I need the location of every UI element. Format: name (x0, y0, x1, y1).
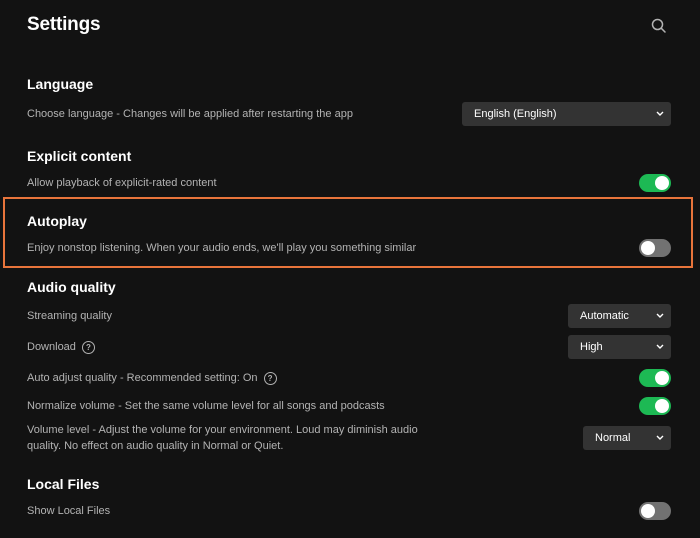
autoplay-toggle[interactable] (639, 239, 671, 257)
section-title-autoplay: Autoplay (27, 213, 87, 229)
language-select-value: English (English) (474, 108, 557, 120)
section-title-language: Language (27, 76, 94, 92)
volume-level-value: Normal (595, 432, 631, 444)
chevron-down-icon (656, 313, 664, 318)
language-select[interactable]: English (English) (462, 102, 671, 126)
auto-adjust-label-text: Auto adjust quality - Recommended settin… (27, 372, 258, 384)
download-label-text: Download (27, 341, 76, 353)
chevron-down-icon (656, 435, 664, 440)
language-label: Choose language - Changes will be applie… (27, 108, 353, 120)
toggle-knob (641, 241, 655, 255)
autoplay-highlight-box (3, 197, 693, 268)
help-circle-icon[interactable]: ? (263, 371, 277, 385)
toggle-knob (655, 371, 669, 385)
toggle-knob (641, 504, 655, 518)
search-button[interactable] (650, 17, 668, 35)
chevron-down-icon (656, 344, 664, 349)
streaming-quality-label: Streaming quality (27, 310, 112, 322)
chevron-down-icon (656, 111, 664, 116)
volume-level-select[interactable]: Normal (583, 426, 671, 450)
normalize-volume-label: Normalize volume - Set the same volume l… (27, 400, 385, 412)
toggle-knob (655, 399, 669, 413)
auto-adjust-quality-toggle[interactable] (639, 369, 671, 387)
search-icon (651, 18, 666, 33)
volume-level-label: Volume level - Adjust the volume for you… (27, 424, 418, 452)
section-title-explicit-content: Explicit content (27, 148, 132, 164)
explicit-content-toggle[interactable] (639, 174, 671, 192)
section-title-audio-quality: Audio quality (27, 279, 116, 295)
autoplay-label: Enjoy nonstop listening. When your audio… (27, 242, 417, 254)
auto-adjust-quality-label: Auto adjust quality - Recommended settin… (27, 370, 277, 386)
show-local-files-toggle[interactable] (639, 502, 671, 520)
download-quality-label: Download? (27, 339, 95, 355)
streaming-quality-value: Automatic (580, 310, 629, 322)
help-circle-icon[interactable]: ? (81, 340, 95, 354)
page-title: Settings (27, 14, 101, 35)
explicit-content-label: Allow playback of explicit-rated content (27, 177, 217, 189)
section-title-local-files: Local Files (27, 476, 100, 492)
show-local-files-label: Show Local Files (27, 505, 111, 517)
download-quality-value: High (580, 341, 603, 353)
streaming-quality-select[interactable]: Automatic (568, 304, 671, 328)
download-quality-select[interactable]: High (568, 335, 671, 359)
normalize-volume-toggle[interactable] (639, 397, 671, 415)
toggle-knob (655, 176, 669, 190)
